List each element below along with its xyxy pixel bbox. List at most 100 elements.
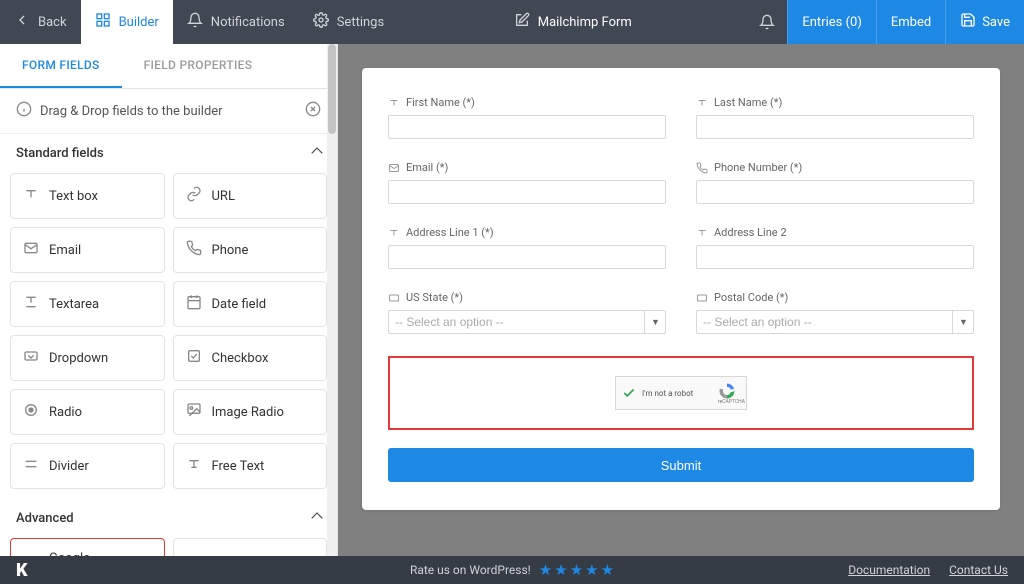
topbar-right: Entries (0) Embed Save [747, 0, 1024, 44]
bell-icon [187, 12, 203, 32]
tab-form-fields[interactable]: FORM FIELDS [0, 44, 122, 88]
mail-icon [23, 240, 39, 260]
gear-icon [313, 12, 329, 32]
star-icon: ★ [585, 561, 598, 579]
recaptcha-field[interactable]: I'm not a robot reCAPTCHA [388, 356, 974, 430]
field-postal[interactable]: Postal Code (*) ▼ [696, 291, 974, 334]
textarea-icon [23, 294, 39, 314]
field-freetext[interactable]: Free Text [173, 443, 328, 489]
dropdown-icon [696, 292, 708, 304]
edit-icon [514, 12, 530, 32]
last-name-input[interactable] [696, 115, 974, 139]
calendar-icon [186, 294, 202, 314]
image-radio-icon [186, 402, 202, 422]
settings-tab[interactable]: Settings [299, 0, 398, 44]
brand-logo: K [16, 560, 28, 581]
field-last-name[interactable]: Last Name (*) [696, 96, 974, 139]
divider-icon [23, 456, 39, 476]
text-icon [696, 227, 708, 239]
sidebar-tabs: FORM FIELDS FIELD PROPERTIES [0, 44, 337, 89]
info-icon [16, 101, 32, 121]
form-title[interactable]: Mailchimp Form [538, 15, 632, 30]
canvas: First Name (*) Last Name (*) Email (*) P… [338, 44, 1024, 556]
scrollbar-thumb[interactable] [328, 44, 336, 134]
save-button[interactable]: Save [945, 0, 1024, 44]
addr1-input[interactable] [388, 245, 666, 269]
notifications-label: Notifications [211, 15, 285, 30]
builder-tab[interactable]: Builder [81, 0, 173, 44]
field-textarea[interactable]: Textarea [10, 281, 165, 327]
embed-label: Embed [891, 15, 931, 30]
field-recaptcha[interactable]: Google Recaptcha [10, 538, 165, 556]
form-panel: First Name (*) Last Name (*) Email (*) P… [362, 68, 1000, 510]
documentation-link[interactable]: Documentation [848, 563, 930, 577]
field-date[interactable]: Date field [173, 281, 328, 327]
submit-button[interactable]: Submit [388, 448, 974, 482]
alert-bell-button[interactable] [747, 0, 787, 44]
footer: K Rate us on WordPress! ★★★★★ Documentat… [0, 556, 1024, 584]
addr2-input[interactable] [696, 245, 974, 269]
mail-icon [388, 162, 400, 174]
section-advanced[interactable]: Advanced [0, 499, 337, 538]
field-image-radio[interactable]: Image Radio [173, 389, 328, 435]
builder-icon [95, 12, 111, 32]
save-icon [960, 12, 976, 32]
phone-icon [186, 240, 202, 260]
field-url[interactable]: URL [173, 173, 328, 219]
chevron-up-icon [313, 146, 321, 161]
standard-fields-grid: Text box URL Email Phone Textarea Date f… [0, 173, 337, 499]
embed-button[interactable]: Embed [876, 0, 945, 44]
settings-label: Settings [337, 15, 384, 30]
helper-text: Drag & Drop fields to the builder [40, 104, 223, 119]
helper-row: Drag & Drop fields to the builder [0, 89, 337, 134]
star-rating[interactable]: ★★★★★ [539, 561, 614, 579]
field-divider[interactable]: Divider [10, 443, 165, 489]
save-label: Save [982, 15, 1010, 30]
field-email[interactable]: Email [10, 227, 165, 273]
field-addr1[interactable]: Address Line 1 (*) [388, 226, 666, 269]
checkbox-icon [186, 348, 202, 368]
sidebar: FORM FIELDS FIELD PROPERTIES Drag & Drop… [0, 44, 338, 556]
field-email[interactable]: Email (*) [388, 161, 666, 204]
section-standard-label: Standard fields [16, 146, 104, 161]
field-first-name[interactable]: First Name (*) [388, 96, 666, 139]
phone-icon [696, 162, 708, 174]
freetext-icon [186, 456, 202, 476]
first-name-input[interactable] [388, 115, 666, 139]
recaptcha-logo-icon: reCAPTCHA [718, 382, 740, 405]
field-phone[interactable]: Phone [173, 227, 328, 273]
text-icon [23, 186, 39, 206]
postal-select[interactable] [696, 310, 974, 334]
field-phone[interactable]: Phone Number (*) [696, 161, 974, 204]
chevron-down-icon: ▼ [952, 310, 974, 334]
chevron-left-icon [14, 12, 30, 32]
phone-input[interactable] [696, 180, 974, 204]
scrollbar[interactable] [327, 44, 337, 556]
close-icon[interactable] [305, 101, 321, 121]
state-select[interactable] [388, 310, 666, 334]
field-textbox[interactable]: Text box [10, 173, 165, 219]
field-dropdown[interactable]: Dropdown [10, 335, 165, 381]
section-standard[interactable]: Standard fields [0, 134, 337, 173]
advanced-fields-grid: Google Recaptcha File upload Hidden fiel… [0, 538, 337, 556]
text-icon [388, 97, 400, 109]
field-addr2[interactable]: Address Line 2 [696, 226, 974, 269]
tab-field-properties[interactable]: FIELD PROPERTIES [122, 44, 275, 88]
field-state[interactable]: US State (*) ▼ [388, 291, 666, 334]
star-icon: ★ [554, 561, 567, 579]
recaptcha-widget[interactable]: I'm not a robot reCAPTCHA [615, 376, 747, 410]
chevron-down-icon: ▼ [644, 310, 666, 334]
dropdown-icon [23, 348, 39, 368]
entries-button[interactable]: Entries (0) [787, 0, 876, 44]
email-input[interactable] [388, 180, 666, 204]
rate-section: Rate us on WordPress! ★★★★★ [410, 561, 614, 579]
check-icon [622, 386, 636, 400]
notifications-tab[interactable]: Notifications [173, 0, 299, 44]
field-fileupload[interactable]: File upload [173, 538, 328, 556]
back-button[interactable]: Back [0, 0, 81, 44]
radio-icon [23, 402, 39, 422]
field-radio[interactable]: Radio [10, 389, 165, 435]
field-checkbox[interactable]: Checkbox [173, 335, 328, 381]
builder-label: Builder [119, 15, 159, 30]
contact-link[interactable]: Contact Us [949, 563, 1008, 577]
